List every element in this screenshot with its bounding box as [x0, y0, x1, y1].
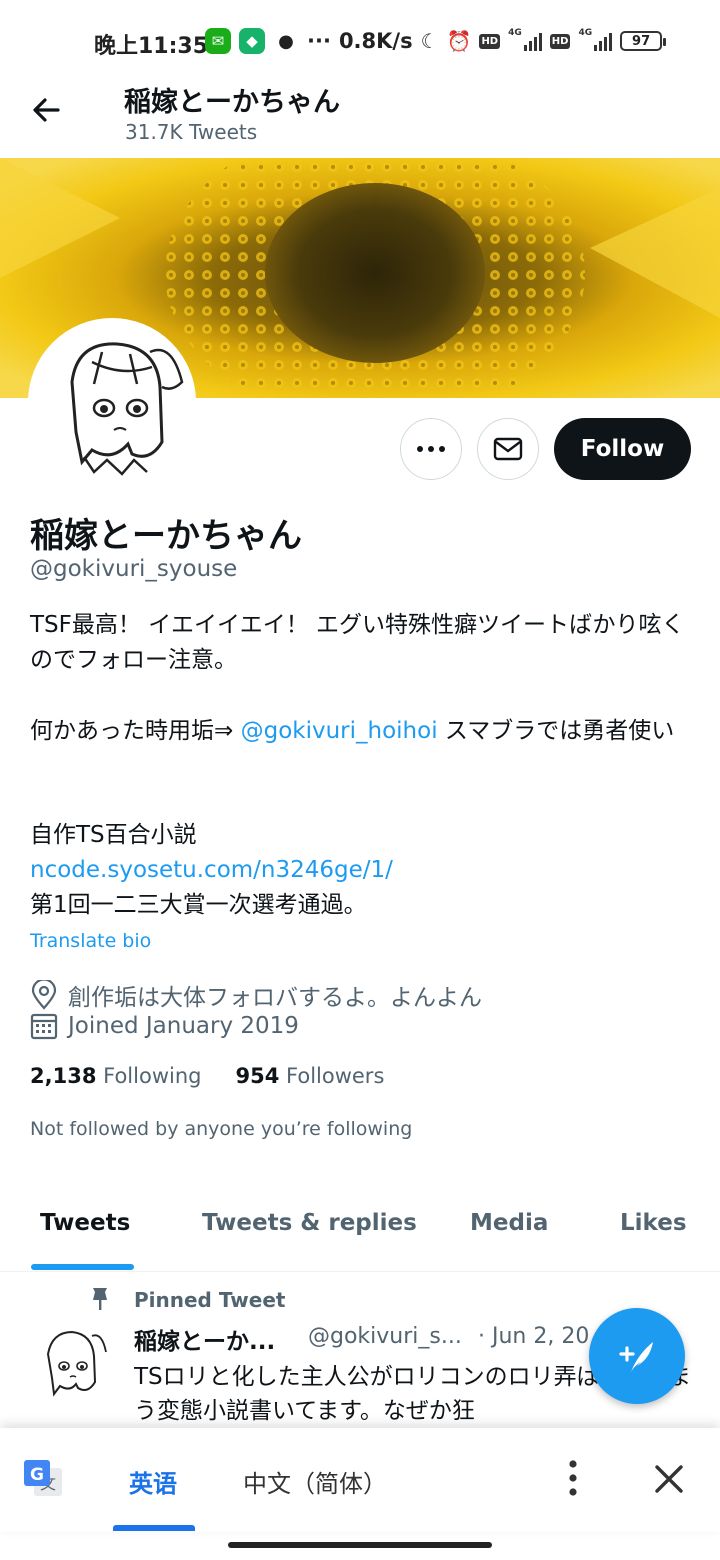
source-language-indicator: [113, 1525, 195, 1531]
bio-line: TSF最高！ イエイイエイ！ エグい特殊性癖ツイートばかり呟くのでフォロー注意。: [30, 612, 685, 673]
bio-text: 何かあった時用垢⇒: [30, 718, 241, 744]
compose-icon: [619, 1342, 653, 1372]
tab-tweets[interactable]: Tweets: [40, 1210, 130, 1236]
google-translate-icon[interactable]: 文 G: [22, 1458, 64, 1500]
tweet-date: · Jun 2, 20: [478, 1324, 590, 1349]
followers-label: Followers: [286, 1064, 385, 1088]
overflow-menu-icon[interactable]: [556, 1458, 590, 1498]
bio-url-link[interactable]: ncode.syosetu.com/n3246ge/1/: [30, 853, 690, 888]
hd-badge: HD: [479, 33, 501, 49]
signal-icon: [523, 31, 542, 51]
follow-stats: 2,138 Following 954 Followers: [30, 1064, 384, 1088]
calendar-icon: [30, 1013, 58, 1040]
bio-line: 何かあった時用垢⇒ @gokivuri_hoihoi スマブラでは勇者使い: [30, 714, 690, 749]
profile-name: 稲嫁とーかちゃん: [30, 516, 302, 556]
moon-icon: ☾: [420, 29, 439, 53]
wechat-icon: ✉: [205, 28, 231, 54]
tab-likes[interactable]: Likes: [620, 1210, 687, 1236]
source-language-tab[interactable]: 英语: [129, 1464, 177, 1499]
follow-button[interactable]: Follow: [554, 418, 691, 480]
header-tweet-count: 31.7K Tweets: [125, 120, 258, 144]
app-notification-icon: ●: [273, 28, 299, 54]
profile-location: 創作垢は大体フォロバするよ。よんよん: [30, 978, 482, 1012]
message-button[interactable]: [477, 418, 539, 480]
profile-avatar[interactable]: [28, 318, 196, 486]
location-icon: [31, 980, 57, 1010]
bio-line: 第1回一二三大賞一次選考通過。: [30, 892, 367, 918]
more-icon: [417, 446, 445, 452]
translate-bar: 文 G 英语 中文（简体）: [0, 1428, 720, 1532]
back-arrow-icon[interactable]: [28, 92, 64, 128]
signal-icon: [594, 31, 613, 51]
gesture-bar[interactable]: [228, 1542, 492, 1548]
following-stat[interactable]: 2,138 Following: [30, 1064, 201, 1088]
joined-text: Joined January 2019: [68, 1013, 299, 1039]
profile-handle: @gokivuri_syouse: [30, 556, 238, 582]
network-speed: 0.8K/s: [338, 29, 413, 53]
close-icon[interactable]: [650, 1460, 688, 1498]
battery-icon: 97: [620, 31, 667, 51]
status-bar: 晚上11:35 ✉ ◆ ● ··· 0.8K/s ☾ ⏰ HD 4G HD 4G…: [0, 0, 720, 84]
not-followed-note: Not followed by anyone you’re following: [30, 1118, 413, 1140]
svg-text:G: G: [30, 1465, 44, 1485]
profile-tabs: Tweets Tweets & replies Media Likes: [0, 1190, 720, 1272]
pinned-tweet-label: Pinned Tweet: [134, 1288, 286, 1312]
tab-tweets-replies[interactable]: Tweets & replies: [202, 1210, 417, 1236]
tweet-author-name[interactable]: 稲嫁とーか...: [134, 1322, 275, 1356]
network-type: 4G: [578, 28, 593, 38]
following-label: Following: [103, 1064, 202, 1088]
mail-icon: [493, 437, 523, 461]
bio-mention-link[interactable]: @gokivuri_hoihoi: [241, 718, 438, 744]
profile-joined: Joined January 2019: [30, 1012, 299, 1040]
more-button[interactable]: [400, 418, 462, 480]
shield-app-icon: ◆: [239, 28, 265, 54]
translate-bio-link[interactable]: Translate bio: [30, 930, 151, 952]
active-tab-indicator: [31, 1264, 134, 1270]
pin-icon: [88, 1286, 112, 1316]
header-title: 稲嫁とーかちゃん: [124, 87, 340, 118]
followers-count: 954: [235, 1064, 280, 1088]
hd-badge: HD: [549, 33, 571, 49]
compose-tweet-button[interactable]: [589, 1308, 685, 1404]
tweet-author-handle: @gokivuri_s...: [308, 1324, 462, 1349]
bio-line: 自作TS百合小説: [30, 822, 197, 848]
status-icons: ✉ ◆ ● ··· 0.8K/s ☾ ⏰ HD 4G HD 4G 97: [205, 28, 667, 54]
followers-stat[interactable]: 954 Followers: [235, 1064, 384, 1088]
target-language-tab[interactable]: 中文（简体）: [243, 1464, 387, 1499]
status-overflow: ···: [307, 29, 331, 53]
network-type: 4G: [508, 28, 522, 38]
alarm-icon: ⏰: [446, 29, 472, 53]
bio-text: スマブラでは勇者使い: [437, 718, 675, 744]
tab-media[interactable]: Media: [470, 1210, 548, 1236]
status-time: 晚上11:35: [94, 34, 209, 59]
tweet-avatar[interactable]: [30, 1322, 110, 1402]
location-text: 創作垢は大体フォロバするよ。よんよん: [68, 985, 482, 1011]
following-count: 2,138: [30, 1064, 97, 1088]
